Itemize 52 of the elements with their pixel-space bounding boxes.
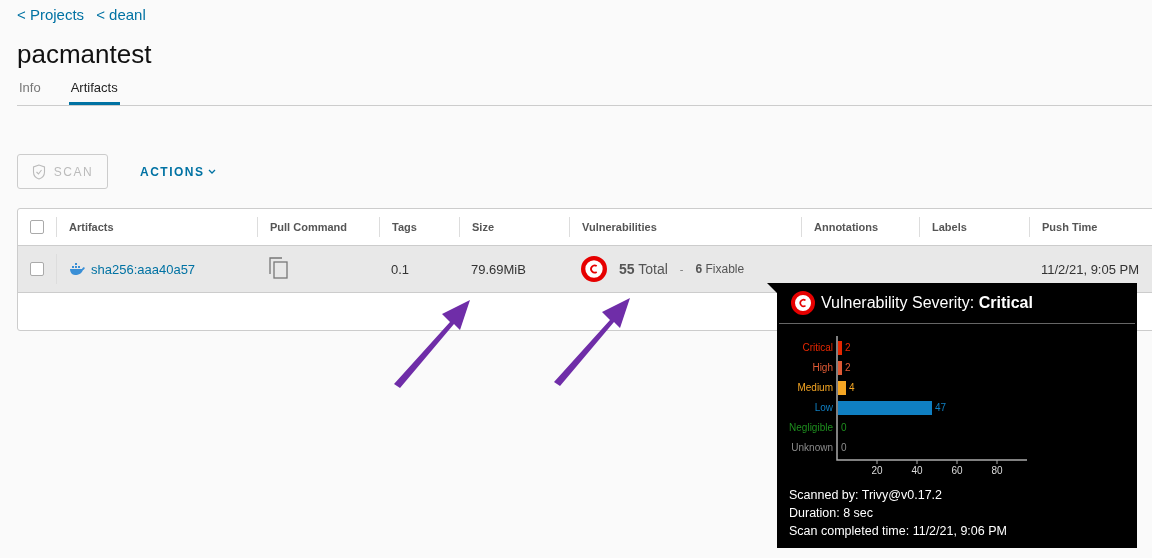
column-header: Push Time <box>1029 217 1152 237</box>
tick-label: 80 <box>991 465 1003 476</box>
total-count: 55 Total <box>619 261 668 277</box>
artifact-link[interactable]: sha256:aaa40a57 <box>91 261 196 277</box>
table-cell-text: 79.69MiB <box>470 261 527 277</box>
tooltip-title: Vulnerability Severity: Critical <box>821 294 1033 312</box>
checkbox[interactable] <box>30 220 44 234</box>
scan-detail: Duration: 8 sec <box>789 505 875 522</box>
value-label: 0 <box>841 442 847 453</box>
tab[interactable]: Info <box>17 80 43 105</box>
category-label: Unknown <box>791 442 833 453</box>
category-label: Low <box>814 402 833 413</box>
table-cell-text: 11/2/21, 9:05 PM <box>1040 261 1141 277</box>
breadcrumb-link[interactable]: < Projects <box>17 6 85 23</box>
actions-dropdown[interactable]: ACTIONS <box>134 163 222 180</box>
separator: - <box>679 263 684 275</box>
column-header: Artifacts <box>56 217 257 237</box>
value-label: 0 <box>841 422 847 433</box>
tick-label: 60 <box>951 465 963 476</box>
breadcrumb-link[interactable]: < deanl <box>96 6 146 23</box>
severity-icon <box>791 291 815 315</box>
shield-icon <box>31 163 46 180</box>
category-label: Negligible <box>789 422 833 433</box>
fixable-count: 6 Fixable <box>695 262 745 276</box>
bar <box>838 381 846 395</box>
column-header: Tags <box>379 217 459 237</box>
copy-icon[interactable] <box>269 256 289 279</box>
whale-icon <box>69 263 85 275</box>
tick-label: 40 <box>911 465 923 476</box>
category-label: High <box>812 362 833 373</box>
column-header: Labels <box>919 217 1029 237</box>
bar <box>838 341 842 355</box>
severity-icon <box>581 256 607 282</box>
bar <box>838 361 842 375</box>
tick-label: 20 <box>871 465 883 476</box>
caret-icon <box>207 168 216 175</box>
column-header: Annotations <box>801 217 919 237</box>
scan-detail: Scanned by: Trivy@v0.17.2 <box>789 487 944 504</box>
page-title: pacmantest <box>17 39 153 70</box>
scan-detail: Scan completed time: 11/2/21, 9:06 PM <box>789 523 1008 540</box>
column-header: Vulnerabilities <box>569 217 801 237</box>
column-header: Pull Command <box>257 217 379 237</box>
table-cell-text: 0.1 <box>390 261 411 277</box>
category-label: Critical <box>802 342 833 353</box>
checkbox[interactable] <box>30 262 44 276</box>
value-label: 4 <box>849 382 855 393</box>
column-header: Size <box>459 217 569 237</box>
tab[interactable]: Artifacts <box>68 80 120 105</box>
category-label: Medium <box>797 382 833 393</box>
value-label: 2 <box>845 342 851 353</box>
value-label: 2 <box>845 362 851 373</box>
value-label: 47 <box>935 402 947 413</box>
